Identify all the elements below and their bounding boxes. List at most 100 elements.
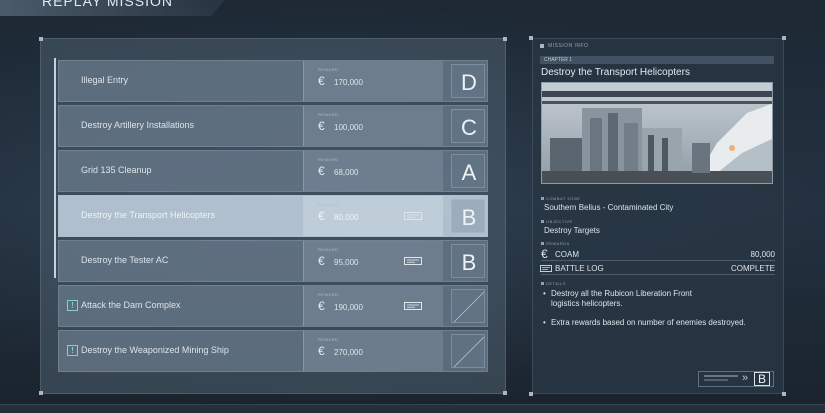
battle-log-icon [404, 257, 422, 265]
reward-box: REWARD €68,000 [303, 151, 443, 191]
warning-icon: ! [67, 300, 78, 311]
panel-corner [529, 36, 533, 40]
reward-label: REWARD [318, 157, 339, 162]
reward-label: REWARD [318, 292, 339, 297]
chevron-right-icon: » [742, 372, 749, 384]
euro-icon: € [318, 344, 325, 358]
battle-log-label: BATTLE LOG [555, 264, 604, 273]
square-icon [541, 220, 544, 223]
grade-box [451, 289, 485, 323]
footer-decoration [704, 379, 728, 381]
mission-row[interactable]: Destroy Artillery Installations REWARD €10… [58, 105, 488, 147]
coam-label: COAM [555, 250, 579, 259]
mission-name: Attack the Dam Complex [81, 300, 181, 310]
chapter-label: CHAPTER 1 [544, 57, 573, 63]
reward-value: 68,000 [334, 168, 359, 177]
mission-row[interactable]: ! Attack the Dam Complex REWARD €190,000 [58, 285, 488, 327]
divider [541, 274, 775, 275]
reward-label: REWARD [318, 337, 339, 342]
reward-box: REWARD €170,000 [303, 61, 443, 101]
no-grade-slash-icon [453, 291, 485, 323]
euro-icon: € [318, 164, 325, 178]
battle-log-value: COMPLETE [730, 264, 775, 273]
reward-label: REWARD [318, 112, 339, 117]
scrollbar[interactable] [54, 58, 56, 278]
divider [541, 260, 775, 261]
euro-icon: € [318, 74, 325, 88]
reward-value: 170,000 [334, 78, 363, 87]
square-icon [541, 242, 544, 245]
grade-letter: C [461, 115, 477, 140]
panel-corner [503, 37, 507, 41]
panel-corner [782, 392, 786, 396]
reward-box: REWARD €270,000 [303, 331, 443, 371]
footer-grade-badge: B [754, 372, 770, 386]
info-header: MISSION INFO [548, 43, 589, 49]
detail-line: Extra rewards based on number of enemies… [551, 318, 746, 327]
mission-title: Destroy the Transport Helicopters [541, 67, 690, 78]
rewards-label: REWARDS [546, 241, 570, 246]
warning-icon: ! [67, 345, 78, 356]
page-title: REPLAY MISSION [42, 0, 173, 9]
battle-log-icon [540, 265, 552, 272]
mission-name: Destroy the Transport Helicopters [81, 210, 216, 220]
panel-corner [39, 37, 43, 41]
reward-box: REWARD €100,000 [303, 106, 443, 146]
bullet-icon: • [543, 318, 546, 327]
grade-letter: D [461, 70, 477, 95]
mission-row[interactable]: Destroy the Transport Helicopters REWARD €… [58, 195, 488, 237]
mission-row[interactable]: Illegal Entry REWARD €170,000 D [58, 60, 488, 102]
coam-value: 80,000 [750, 250, 775, 259]
footer-decoration [704, 375, 738, 377]
reward-box: REWARD €190,000 [303, 286, 443, 326]
euro-icon: € [541, 247, 548, 261]
reward-value: 95,000 [334, 258, 359, 267]
combat-zone-value: Southern Belius - Contaminated City [544, 203, 674, 212]
no-grade-slash-icon [453, 336, 485, 368]
panel-corner [529, 392, 533, 396]
reward-box: REWARD €95,000 [303, 241, 443, 281]
square-icon [541, 282, 544, 285]
panel-corner [782, 36, 786, 40]
grade-box: B [451, 199, 485, 233]
bullet-icon: • [543, 289, 546, 298]
reward-box: REWARD €80,000 [303, 196, 443, 236]
mission-row[interactable]: Destroy the Tester AC REWARD €95,000 B [58, 240, 488, 282]
reward-value: 190,000 [334, 303, 363, 312]
grade-letter: A [461, 160, 477, 185]
battle-log-icon [404, 212, 422, 220]
reward-value: 270,000 [334, 348, 363, 357]
panel-corner [503, 391, 507, 395]
mission-row[interactable]: Grid 135 Cleanup REWARD €68,000 A [58, 150, 488, 192]
details-label: DETAILS [546, 281, 566, 286]
panel-corner [39, 391, 43, 395]
reward-value: 80,000 [334, 213, 359, 222]
euro-icon: € [318, 254, 325, 268]
mission-name: Grid 135 Cleanup [81, 165, 152, 175]
mission-preview-image [541, 82, 773, 184]
euro-icon: € [318, 209, 325, 223]
mission-row[interactable]: ! Destroy the Weaponized Mining Ship REWAR… [58, 330, 488, 372]
mission-name: Illegal Entry [81, 75, 129, 85]
square-icon [541, 197, 544, 200]
preview-scene [542, 83, 772, 183]
reward-label: REWARD [318, 202, 339, 207]
mission-name: Destroy the Tester AC [81, 255, 169, 265]
battle-log-icon [404, 302, 422, 310]
reward-label: REWARD [318, 247, 339, 252]
square-icon [540, 44, 544, 48]
objective-label: OBJECTIVE [546, 219, 573, 224]
objective-value: Destroy Targets [544, 226, 600, 235]
grade-box: D [451, 64, 485, 98]
euro-icon: € [318, 119, 325, 133]
mission-name: Destroy Artillery Installations [81, 120, 195, 130]
grade-box: A [451, 154, 485, 188]
grade-letter: B [461, 205, 477, 230]
grade-box [451, 334, 485, 368]
euro-icon: € [318, 299, 325, 313]
grade-box: B [451, 244, 485, 278]
grade-letter: B [461, 250, 477, 275]
mission-name: Destroy the Weaponized Mining Ship [81, 345, 229, 355]
detail-line: logistics helicopters. [551, 299, 623, 308]
reward-value: 100,000 [334, 123, 363, 132]
